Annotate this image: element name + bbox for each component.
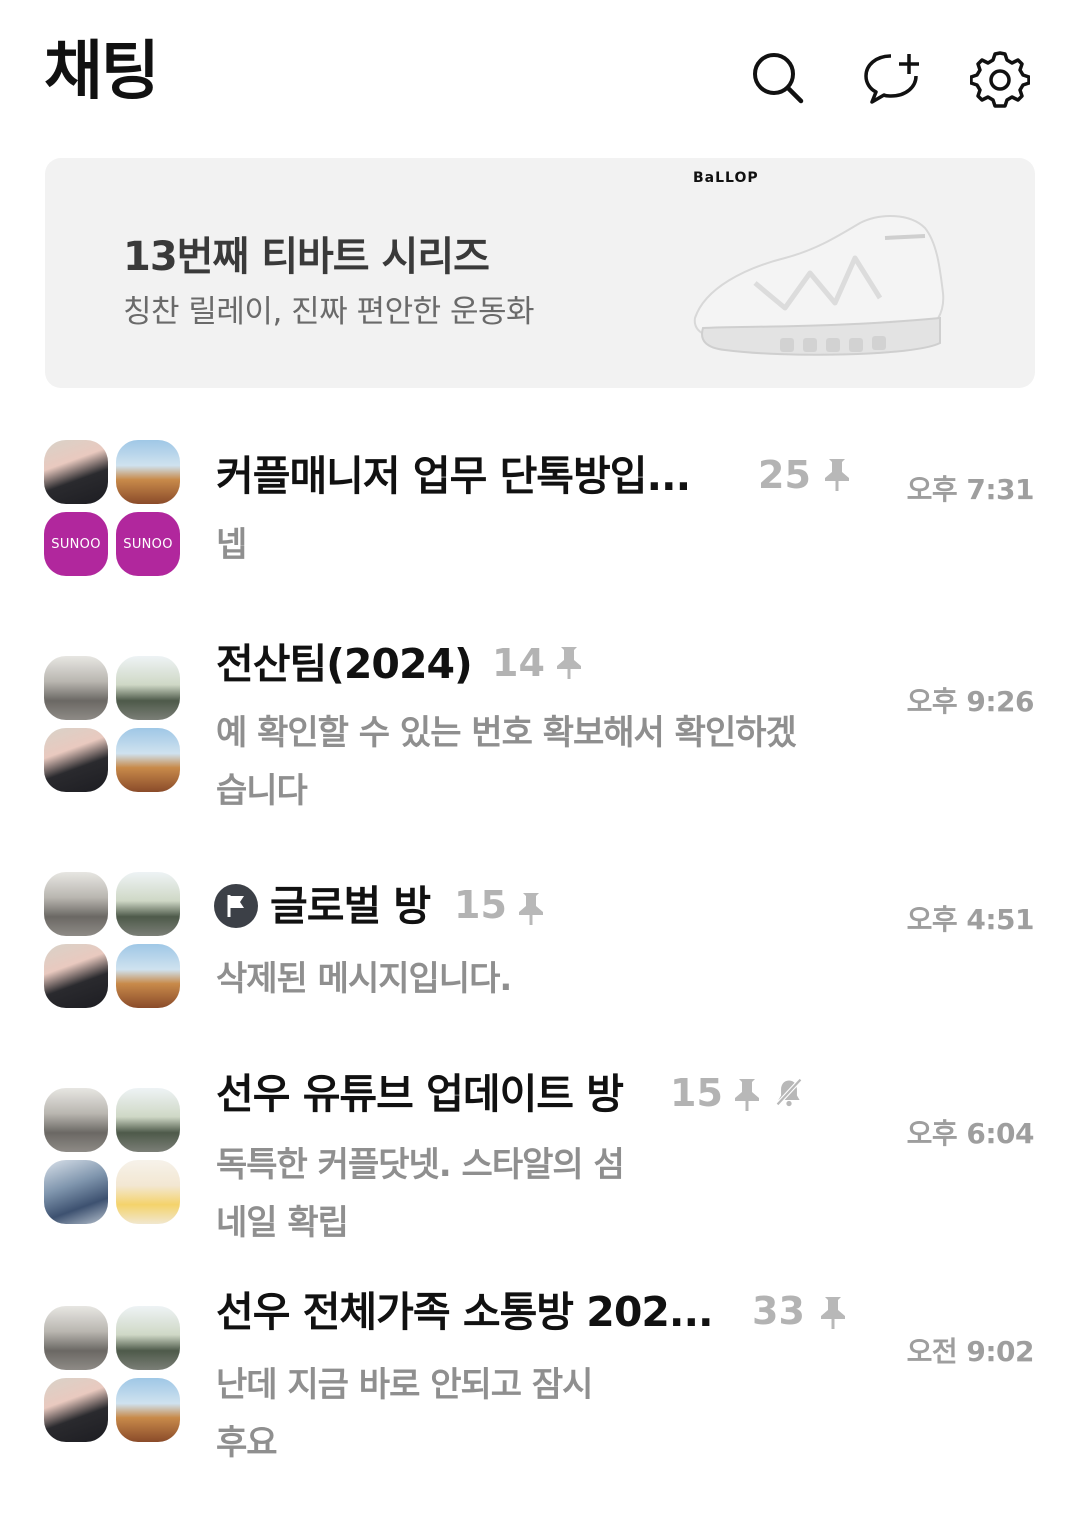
- chat-name: 글로벌 방: [270, 882, 431, 930]
- avatar: [116, 944, 180, 1008]
- member-count: 33: [752, 1289, 805, 1333]
- page-title: 채팅: [44, 35, 160, 109]
- notifications-muted-icon: [774, 1074, 808, 1110]
- member-count: 14: [492, 641, 545, 685]
- last-message: 독특한 커플닷넷. 스타알의 섬네일 확립: [216, 1145, 625, 1243]
- member-count: 15: [670, 1071, 723, 1115]
- chat-time: 오후 4:51: [906, 903, 1035, 936]
- avatar: [116, 440, 180, 504]
- pin-icon: [732, 1076, 762, 1112]
- last-message: 넵: [216, 525, 247, 565]
- avatar: [116, 656, 180, 720]
- avatar-label: SUNOO: [123, 536, 173, 552]
- avatar: [116, 1160, 180, 1224]
- ad-brand: BaLLOP: [693, 170, 759, 186]
- last-message: 삭제된 메시지입니다.: [216, 959, 512, 999]
- avatar: [44, 656, 108, 720]
- chat-time: 오후 6:04: [906, 1117, 1035, 1150]
- avatar: [116, 728, 180, 792]
- avatar: [44, 944, 108, 1008]
- pin-icon: [554, 644, 584, 680]
- pin-icon: [818, 1294, 848, 1330]
- chat-row[interactable]: 전산팀(2024) 14 오후 9:26 예 확인할 수 있는 번호 확보해서 …: [0, 638, 1080, 818]
- group-avatar: [44, 656, 184, 796]
- settings-icon[interactable]: [969, 48, 1031, 108]
- chat-time: 오후 9:26: [906, 685, 1035, 718]
- chat-name: 커플매니저 업무 단톡방입...: [216, 452, 691, 500]
- member-count: 25: [758, 453, 811, 497]
- last-message: 예 확인할 수 있는 번호 확보해서 확인하겠습니다: [216, 713, 797, 811]
- search-icon[interactable]: [748, 48, 808, 108]
- header: 채팅: [0, 0, 1080, 150]
- group-avatar: [44, 1306, 184, 1446]
- last-message: 난데 지금 바로 안되고 잠시후요: [216, 1365, 593, 1463]
- avatar-label: SUNOO: [51, 536, 101, 552]
- chat-name: 선우 유튜브 업데이트 방: [216, 1070, 624, 1118]
- avatar: SUNOO: [116, 512, 180, 576]
- avatar: [44, 440, 108, 504]
- chat-name: 선우 전체가족 소통방 202...: [216, 1288, 714, 1336]
- announcement-flag-icon: [214, 884, 258, 928]
- chat-name: 전산팀(2024): [216, 640, 473, 688]
- chat-row[interactable]: SUNOO SUNOO 커플매니저 업무 단톡방입... 25 오후 7:31 …: [0, 440, 1080, 590]
- chat-row[interactable]: 선우 전체가족 소통방 202... 33 오전 9:02 난데 지금 바로 안…: [0, 1288, 1080, 1468]
- chat-row[interactable]: 선우 유튜브 업데이트 방 15 오후 6:04 독특한 커플닷넷. 스타알의 …: [0, 1070, 1080, 1250]
- ad-banner[interactable]: BaLLOP 13번째 티바트 시리즈 칭찬 릴레이, 진짜 편안한 운동화: [45, 158, 1035, 388]
- avatar: [116, 1306, 180, 1370]
- avatar: [44, 1378, 108, 1442]
- ad-subtitle: 칭찬 릴레이, 진짜 편안한 운동화: [123, 294, 535, 330]
- pin-icon: [822, 456, 852, 492]
- pin-icon: [516, 890, 546, 926]
- avatar: [44, 1160, 108, 1224]
- chat-row[interactable]: 글로벌 방 15 오후 4:51 삭제된 메시지입니다.: [0, 870, 1080, 1020]
- group-avatar: [44, 1088, 184, 1228]
- avatar: [116, 872, 180, 936]
- avatar: [116, 1088, 180, 1152]
- avatar: [44, 872, 108, 936]
- avatar: [44, 1306, 108, 1370]
- avatar: SUNOO: [44, 512, 108, 576]
- avatar: [44, 1088, 108, 1152]
- ad-title: 13번째 티바트 시리즈: [123, 234, 490, 280]
- chat-time: 오전 9:02: [906, 1335, 1035, 1368]
- group-avatar: [44, 872, 184, 1012]
- new-chat-icon[interactable]: [862, 48, 922, 108]
- sneaker-image: [685, 198, 955, 368]
- member-count: 15: [454, 883, 507, 927]
- group-avatar: SUNOO SUNOO: [44, 440, 184, 580]
- avatar: [116, 1378, 180, 1442]
- avatar: [44, 728, 108, 792]
- chat-time: 오후 7:31: [906, 473, 1035, 506]
